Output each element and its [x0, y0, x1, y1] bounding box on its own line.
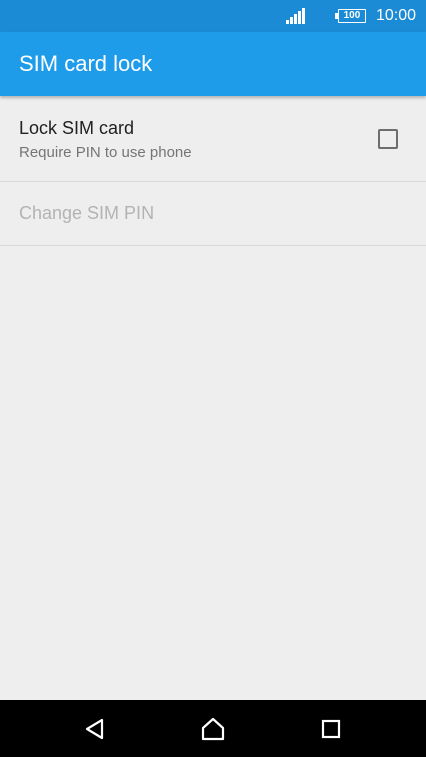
lock-sim-card-item[interactable]: Lock SIM card Require PIN to use phone	[0, 96, 426, 182]
back-button[interactable]	[80, 714, 110, 744]
lock-sim-card-checkbox[interactable]	[378, 129, 398, 149]
navigation-bar	[0, 700, 426, 757]
back-icon	[85, 718, 104, 740]
app-bar: SIM card lock	[0, 32, 426, 96]
recents-button[interactable]	[316, 714, 346, 744]
clock: 10:00	[375, 7, 416, 24]
battery-icon: 100	[334, 9, 366, 23]
lock-sim-card-summary: Require PIN to use phone	[19, 144, 192, 161]
status-bar: 100 10:00	[0, 0, 426, 32]
change-sim-pin-title: Change SIM PIN	[19, 203, 155, 223]
signal-icon	[285, 8, 305, 24]
change-sim-pin-item[interactable]: Change SIM PIN	[0, 182, 426, 246]
home-button[interactable]	[198, 714, 228, 744]
recents-icon	[321, 719, 341, 739]
battery-level: 100	[337, 9, 366, 23]
settings-list: Lock SIM card Require PIN to use phone C…	[0, 96, 426, 246]
home-icon	[201, 717, 225, 741]
lock-sim-card-title: Lock SIM card	[19, 118, 135, 138]
page-title: SIM card lock	[19, 51, 153, 76]
